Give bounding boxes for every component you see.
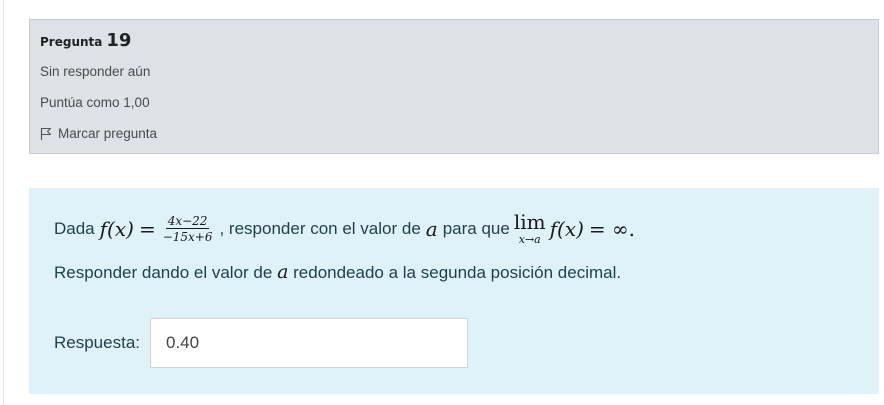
question-instruction: Responder dando el valor de a redondeado… xyxy=(54,261,621,283)
question-state: Sin responder aún xyxy=(40,64,151,79)
limit-function: f(x) xyxy=(549,216,584,241)
question-label: Pregunta xyxy=(40,35,103,49)
question-content-panel: Dada f(x) = 4x−22 −15x+6 , responder con… xyxy=(29,188,879,394)
variable-a: a xyxy=(425,216,438,241)
flag-label: Marcar pregunta xyxy=(58,126,158,141)
question-intro: Dada xyxy=(54,218,95,238)
fraction-numerator: 4x−22 xyxy=(165,213,210,229)
answer-input[interactable] xyxy=(150,318,468,368)
page-left-rule xyxy=(3,0,4,405)
instruction-post: redondeado a la segunda posición decimal… xyxy=(293,263,622,282)
question-info-panel: Pregunta 19 Sin responder aún Puntúa com… xyxy=(29,19,879,154)
question-text: Dada f(x) = 4x−22 −15x+6 , responder con… xyxy=(54,212,635,245)
question-grade: Puntúa como 1,00 xyxy=(40,95,150,110)
instruction-pre: Responder dando el valor de xyxy=(54,263,273,282)
equals-sign: = xyxy=(138,216,156,241)
limit-result: = ∞. xyxy=(588,216,636,241)
flag-question-link[interactable]: Marcar pregunta xyxy=(40,126,157,141)
answer-label: Respuesta: xyxy=(54,333,140,352)
question-number: 19 xyxy=(106,30,132,51)
flag-icon xyxy=(40,127,52,141)
limit-word: lim xyxy=(513,210,546,234)
fraction-denominator: −15x+6 xyxy=(162,229,213,244)
function-fraction: 4x−22 −15x+6 xyxy=(161,214,215,244)
function-name: f(x) xyxy=(99,216,134,241)
question-post-text: para que xyxy=(442,218,510,238)
question-heading: Pregunta 19 xyxy=(40,30,131,51)
limit-expression: lim x→a xyxy=(514,212,546,245)
instruction-variable: a xyxy=(277,261,289,283)
question-mid-text: , responder con el valor de xyxy=(219,218,421,238)
limit-subscript: x→a xyxy=(518,233,541,246)
